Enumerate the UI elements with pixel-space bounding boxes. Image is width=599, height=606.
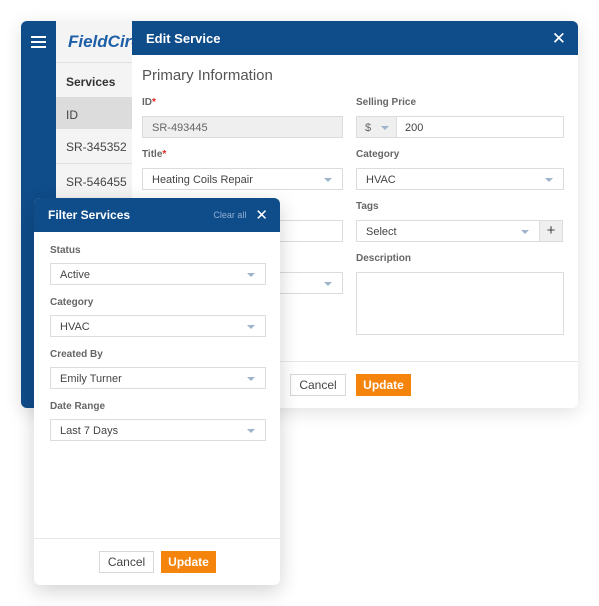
- app-logo: FieldCircle: [56, 21, 136, 63]
- column-header-id[interactable]: ID: [56, 98, 136, 129]
- filter-header: Filter Services Clear all ✕: [34, 198, 280, 232]
- chevron-down-icon: [247, 377, 255, 381]
- chevron-down-icon: [324, 178, 332, 182]
- selling-price-field[interactable]: $ 200: [356, 116, 564, 138]
- filter-services-panel: Filter Services Clear all ✕ Status Activ…: [34, 198, 280, 585]
- created-by-value: Emily Turner: [60, 373, 122, 385]
- close-icon[interactable]: ✕: [552, 30, 566, 47]
- selling-price-label: Selling Price: [356, 97, 417, 108]
- title-select[interactable]: Heating Coils Repair: [142, 168, 343, 190]
- list-row[interactable]: SR-345352: [56, 129, 136, 164]
- chevron-down-icon: [247, 273, 255, 277]
- update-button[interactable]: Update: [161, 551, 216, 573]
- currency-value: $: [365, 122, 372, 134]
- title-label: Title*: [142, 149, 166, 160]
- hamburger-menu-icon[interactable]: [31, 36, 46, 48]
- cancel-button[interactable]: Cancel: [99, 551, 154, 573]
- title-value: Heating Coils Repair: [152, 174, 253, 186]
- filter-title: Filter Services: [48, 208, 131, 222]
- id-label: ID*: [142, 97, 156, 108]
- category-select[interactable]: HVAC: [50, 315, 266, 337]
- title-label-text: Title: [142, 149, 163, 160]
- list-title: Services: [56, 63, 136, 98]
- plus-icon: +: [546, 222, 556, 239]
- date-range-value: Last 7 Days: [60, 425, 119, 437]
- category-label: Category: [50, 297, 94, 308]
- tags-label: Tags: [356, 201, 379, 212]
- chevron-down-icon: [247, 429, 255, 433]
- date-range-select[interactable]: Last 7 Days: [50, 419, 266, 441]
- list-row[interactable]: SR-546455: [56, 164, 136, 199]
- close-icon[interactable]: ✕: [255, 208, 268, 223]
- section-title: Primary Information: [142, 67, 273, 84]
- modal-header: Edit Service ✕: [132, 21, 578, 55]
- category-value: HVAC: [60, 321, 90, 333]
- update-button[interactable]: Update: [356, 374, 411, 396]
- footer-divider: [34, 538, 280, 539]
- id-field: SR-493445: [142, 116, 343, 138]
- category-value: HVAC: [366, 174, 396, 186]
- chevron-down-icon: [324, 282, 332, 286]
- tags-select[interactable]: Select: [356, 220, 540, 242]
- clear-all-link[interactable]: Clear all: [213, 210, 246, 220]
- description-textarea[interactable]: [356, 272, 564, 335]
- description-label: Description: [356, 253, 412, 264]
- id-label-text: ID: [142, 97, 152, 108]
- created-by-label: Created By: [50, 349, 103, 360]
- chevron-down-icon: [247, 325, 255, 329]
- date-range-label: Date Range: [50, 401, 106, 412]
- category-label: Category: [356, 149, 400, 160]
- selling-price-value: 200: [405, 122, 424, 134]
- status-value: Active: [60, 269, 90, 281]
- chevron-down-icon: [545, 178, 553, 182]
- chevron-down-icon: [381, 126, 389, 130]
- tags-placeholder: Select: [366, 226, 397, 238]
- add-tag-button[interactable]: +: [539, 220, 563, 242]
- status-select[interactable]: Active: [50, 263, 266, 285]
- required-marker: *: [162, 149, 167, 160]
- status-label: Status: [50, 245, 81, 256]
- chevron-down-icon: [521, 230, 529, 234]
- currency-select[interactable]: $: [357, 117, 397, 137]
- modal-title: Edit Service: [146, 30, 221, 46]
- cancel-button[interactable]: Cancel: [290, 374, 346, 396]
- created-by-select[interactable]: Emily Turner: [50, 367, 266, 389]
- required-marker: *: [152, 97, 156, 108]
- category-select[interactable]: HVAC: [356, 168, 564, 190]
